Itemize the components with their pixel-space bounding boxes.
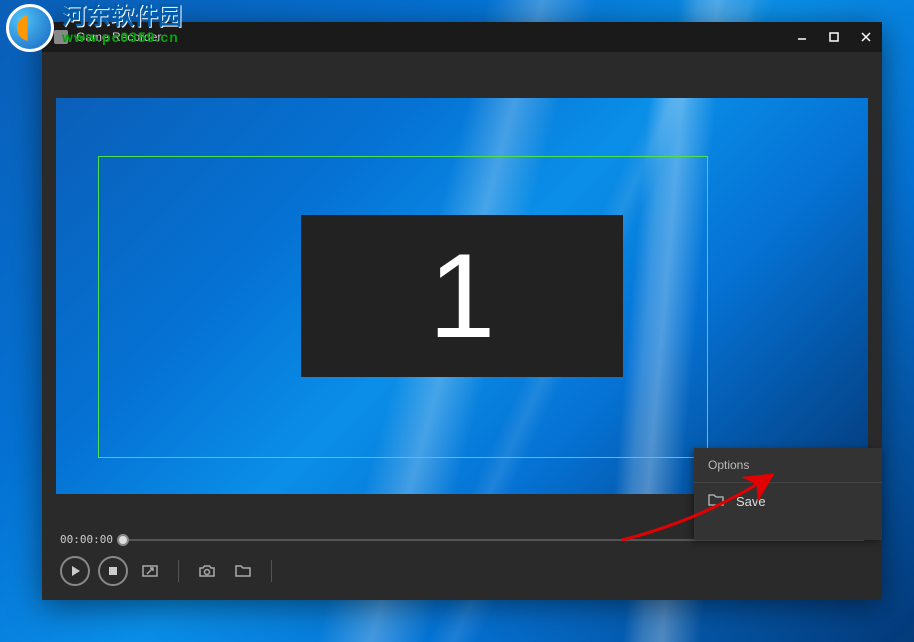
play-button[interactable] (60, 556, 90, 586)
countdown-number: 1 (429, 236, 496, 356)
toolbar-divider (271, 560, 272, 582)
context-menu-header: Options (694, 448, 882, 483)
snapshot-button[interactable] (193, 557, 221, 585)
menu-item-save[interactable]: Save (694, 483, 882, 520)
seek-thumb[interactable] (117, 534, 129, 546)
stop-button[interactable] (98, 556, 128, 586)
toolbar-divider (178, 560, 179, 582)
app-title: Game Recorder (76, 30, 786, 44)
options-context-menu: Options Save (694, 448, 882, 540)
fullscreen-button[interactable] (136, 557, 164, 585)
maximize-button[interactable] (818, 22, 850, 52)
minimize-button[interactable] (786, 22, 818, 52)
open-folder-button[interactable] (229, 557, 257, 585)
menu-item-label: Save (736, 494, 766, 509)
close-button[interactable] (850, 22, 882, 52)
titlebar[interactable]: Game Recorder (42, 22, 882, 52)
countdown-overlay: 1 (301, 215, 623, 377)
game-recorder-window: Game Recorder 1 Options Save (42, 22, 882, 600)
video-preview[interactable]: 1 (56, 98, 868, 494)
folder-icon (708, 493, 724, 510)
timecode-display: 00:00:00 (60, 533, 113, 546)
app-icon (54, 30, 68, 44)
